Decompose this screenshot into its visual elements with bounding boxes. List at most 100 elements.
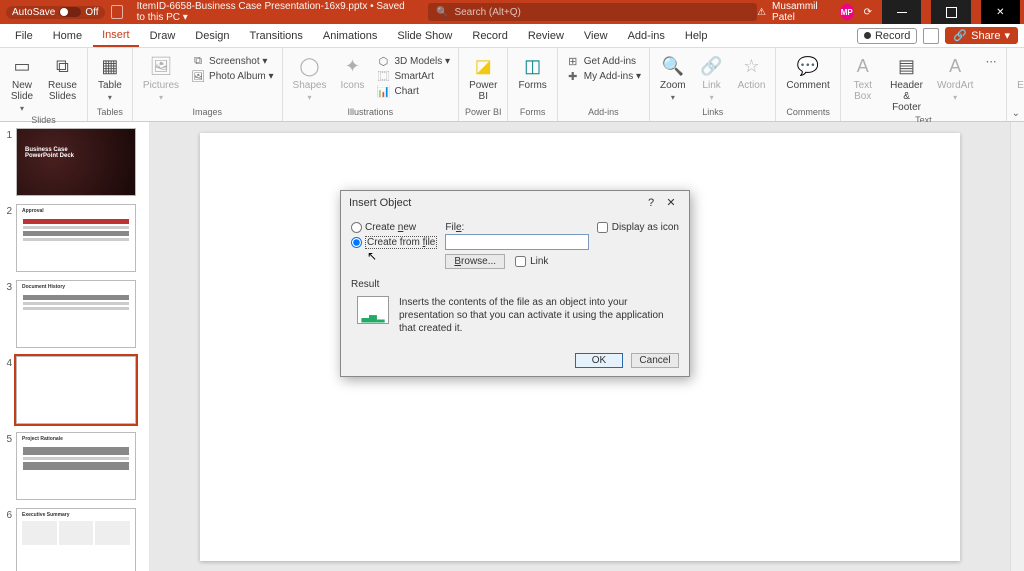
record-button[interactable]: Record <box>857 28 917 44</box>
group-addins-label: Add-ins <box>588 107 619 119</box>
pictures-icon: 🖼 <box>149 54 173 78</box>
chart-icon: 📊 <box>376 84 390 98</box>
window-minimize[interactable] <box>882 0 921 24</box>
ok-button[interactable]: OK <box>575 353 623 368</box>
tab-view[interactable]: View <box>575 26 617 46</box>
tab-record[interactable]: Record <box>463 26 516 46</box>
tab-review[interactable]: Review <box>519 26 573 46</box>
result-text: Inserts the contents of the file as an o… <box>399 296 673 335</box>
create-new-radio[interactable]: Create new <box>351 222 437 233</box>
save-icon[interactable] <box>111 5 123 19</box>
table-icon: ▦ <box>98 54 122 78</box>
account-button[interactable]: ⚠ Musammil Patel MP <box>757 1 854 23</box>
document-name[interactable]: ItemID-6658-Business Case Presentation-1… <box>137 1 408 23</box>
icons-button[interactable]: ✦Icons <box>334 52 370 93</box>
header-footer-button[interactable]: ▤Header& Footer <box>883 52 931 115</box>
warning-icon: ⚠ <box>757 7 766 18</box>
powerbi-button[interactable]: ◪PowerBI <box>463 52 503 104</box>
forms-button[interactable]: ◫Forms <box>512 52 552 93</box>
slide-thumb-4[interactable] <box>16 356 136 424</box>
slide-thumb-3[interactable]: Document History <box>16 280 136 348</box>
table-button[interactable]: ▦Table▾ <box>92 52 128 104</box>
slide-thumb-1[interactable]: Business CasePowerPoint Deck <box>16 128 136 196</box>
new-slide-button[interactable]: ▭NewSlide▾ <box>4 52 40 115</box>
wordart-button[interactable]: AWordArt▾ <box>932 52 978 104</box>
screenshot-button[interactable]: ⧉Screenshot ▾ <box>191 54 274 68</box>
autosave-state: Off <box>85 7 98 18</box>
chart-button[interactable]: 📊Chart <box>376 84 450 98</box>
tab-draw[interactable]: Draw <box>141 26 185 46</box>
link-button[interactable]: 🔗Link▾ <box>694 52 730 104</box>
shapes-button[interactable]: ◯Shapes▾ <box>287 52 333 104</box>
present-icon[interactable] <box>923 28 939 44</box>
tab-file[interactable]: File <box>6 26 42 46</box>
tab-home[interactable]: Home <box>44 26 91 46</box>
store-icon: ⊞ <box>566 54 580 68</box>
new-slide-icon: ▭ <box>10 54 34 78</box>
group-images-label: Images <box>192 107 222 119</box>
slide-thumb-6[interactable]: Executive Summary <box>16 508 136 571</box>
window-close[interactable] <box>981 0 1020 24</box>
group-links-label: Links <box>702 107 723 119</box>
icons-icon: ✦ <box>340 54 364 78</box>
group-illustrations-label: Illustrations <box>348 107 394 119</box>
tab-slideshow[interactable]: Slide Show <box>388 26 461 46</box>
dialog-title: Insert Object <box>349 197 411 209</box>
link-icon: 🔗 <box>700 54 724 78</box>
get-addins-button[interactable]: ⊞Get Add-ins <box>566 54 641 68</box>
tab-help[interactable]: Help <box>676 26 717 46</box>
text-more[interactable]: ⋯ <box>984 54 998 68</box>
create-from-file-radio[interactable]: Create from file <box>351 236 437 249</box>
tab-design[interactable]: Design <box>186 26 238 46</box>
pictures-button[interactable]: 🖼Pictures▾ <box>137 52 185 104</box>
comment-button[interactable]: 💬Comment <box>780 52 835 93</box>
share-button[interactable]: 🔗 Share ▾ <box>945 27 1018 44</box>
group-tables-label: Tables <box>97 107 123 119</box>
ribbon-tabs: File Home Insert Draw Design Transitions… <box>0 24 1024 48</box>
file-path-input[interactable] <box>445 234 588 250</box>
wordart-icon: A <box>943 54 967 78</box>
ribbon: ▭NewSlide▾ ⧉ReuseSlides Slides ▦Table▾ T… <box>0 48 1024 122</box>
screenshot-icon: ⧉ <box>191 54 205 68</box>
slide-thumb-2[interactable]: Approval <box>16 204 136 272</box>
window-maximize[interactable] <box>931 0 970 24</box>
tab-transitions[interactable]: Transitions <box>241 26 312 46</box>
equation-button[interactable]: πEquation▾ <box>1011 52 1024 104</box>
insert-object-dialog: Insert Object ? ✕ Create new Create from… <box>340 190 690 377</box>
cancel-button[interactable]: Cancel <box>631 353 679 368</box>
search-box[interactable]: 🔍 Search (Alt+Q) <box>428 3 757 21</box>
tab-addins[interactable]: Add-ins <box>619 26 674 46</box>
dialog-help-button[interactable]: ? <box>641 197 661 209</box>
link-checkbox[interactable]: Link <box>515 256 548 267</box>
addin-icon: ✚ <box>566 69 580 83</box>
display-as-icon-checkbox[interactable]: Display as icon <box>597 222 679 233</box>
powerbi-icon: ◪ <box>471 54 495 78</box>
tab-animations[interactable]: Animations <box>314 26 386 46</box>
slide-thumbnails-pane[interactable]: 1Business CasePowerPoint Deck 2Approval … <box>0 122 150 571</box>
photo-album-button[interactable]: 🖼Photo Album ▾ <box>191 69 274 83</box>
vertical-scrollbar[interactable] <box>1010 122 1024 571</box>
result-icon: ▃▅▂ <box>357 296 389 324</box>
group-powerbi-label: Power BI <box>465 107 502 119</box>
sync-icon[interactable]: ⟳ <box>864 7 872 18</box>
search-placeholder: Search (Alt+Q) <box>454 7 520 18</box>
avatar: MP <box>840 4 854 20</box>
shapes-icon: ◯ <box>298 54 322 78</box>
photo-album-icon: 🖼 <box>191 69 205 83</box>
textbox-button[interactable]: ATextBox <box>845 52 881 104</box>
dialog-close-button[interactable]: ✕ <box>661 196 681 209</box>
group-forms-label: Forms <box>520 107 546 119</box>
smartart-button[interactable]: ⿴SmartArt <box>376 69 450 83</box>
my-addins-button[interactable]: ✚My Add-ins ▾ <box>566 69 641 83</box>
slide-thumb-5[interactable]: Project Rationale <box>16 432 136 500</box>
3d-models-button[interactable]: ⬡3D Models ▾ <box>376 54 450 68</box>
reuse-slides-button[interactable]: ⧉ReuseSlides <box>42 52 83 104</box>
zoom-button[interactable]: 🔍Zoom▾ <box>654 52 692 104</box>
browse-button[interactable]: Browse... <box>445 254 505 269</box>
collapse-ribbon-icon[interactable]: ⌄ <box>1012 108 1020 119</box>
group-slides-label: Slides <box>31 115 56 127</box>
cube-icon: ⬡ <box>376 54 390 68</box>
tab-insert[interactable]: Insert <box>93 25 139 47</box>
autosave-toggle[interactable]: AutoSave Off <box>6 6 105 19</box>
action-button[interactable]: ☆Action <box>732 52 772 93</box>
